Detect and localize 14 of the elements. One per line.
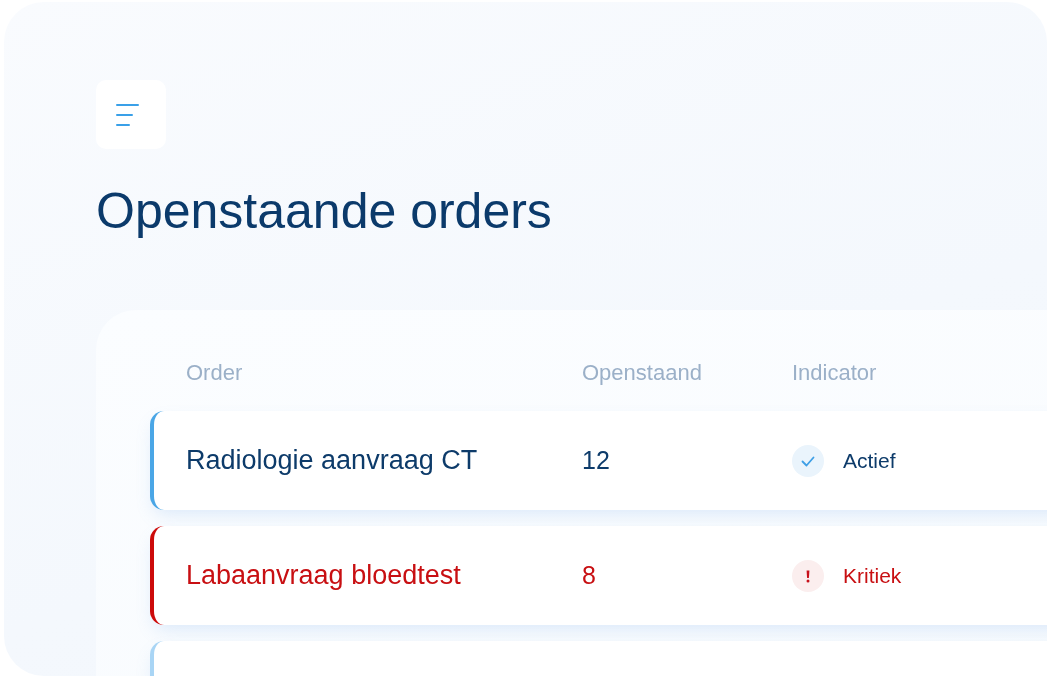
page-title: Openstaande orders xyxy=(96,182,552,241)
order-row[interactable]: Labaanvraag bloedtest 8 Kritiek xyxy=(150,526,1047,625)
order-name: Radiologie aanvraag CT xyxy=(186,445,479,476)
order-row[interactable]: Radiologie aanvraag CT 12 Actief xyxy=(150,411,1047,510)
menu-button[interactable] xyxy=(96,80,166,149)
column-header: Openstaand xyxy=(582,360,703,386)
menu-icon xyxy=(115,103,139,126)
status-label: Kritiek xyxy=(843,563,902,588)
open-count: 12 xyxy=(582,446,611,475)
order-name: Labaanvraag bloedtest xyxy=(186,560,462,591)
column-header: Indicator xyxy=(792,360,878,386)
open-count: 8 xyxy=(582,561,597,590)
status-label: Actief xyxy=(843,448,896,473)
column-header: Order xyxy=(186,360,244,386)
